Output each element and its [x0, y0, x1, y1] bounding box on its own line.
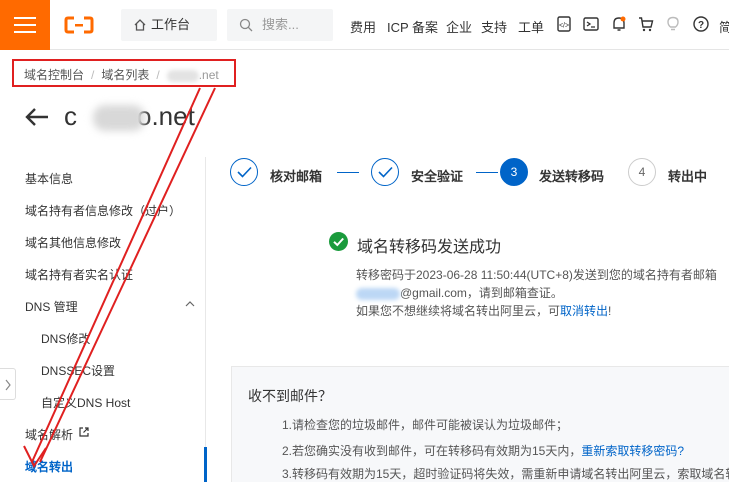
help-item-2-text: 2.若您确实没有收到邮件，可在转移码有效期为15天内，: [282, 444, 582, 458]
success-title: 域名转移码发送成功: [357, 239, 502, 256]
check-icon: [378, 166, 393, 178]
success-check-icon: [329, 232, 348, 251]
help-item-2: 2.若您确实没有收到邮件，可在转移码有效期为15天内，重新索取转移密码?: [282, 442, 684, 459]
check-icon: [237, 166, 252, 178]
menu-icon-bar: [14, 31, 36, 33]
success-line-1: 转移密码于2023-06-28 11:50:44(UTC+8)发送到您的域名持有…: [356, 268, 717, 282]
annotation-highlight-box: [12, 59, 236, 87]
sidebar-item-dns-resolve[interactable]: 域名解析: [25, 426, 73, 443]
bell-icon[interactable]: [610, 15, 628, 33]
search-placeholder: 搜索...: [262, 17, 299, 32]
nav-support[interactable]: 支持: [481, 17, 507, 36]
help-item-1: 1.请检查您的垃圾邮件，邮件可能被误认为垃圾邮件；: [282, 418, 569, 432]
top-bar: 工作台 搜索... 费用 ICP 备案 企业 支持 工单 </> ? 简: [0, 0, 729, 50]
success-line-3: 如果您不想继续将域名转出阿里云，可取消转出!: [356, 302, 611, 319]
resend-code-link[interactable]: 重新索取转移密码?: [581, 444, 684, 458]
sidebar-item-dns-management[interactable]: DNS 管理: [25, 298, 78, 315]
nav-billing[interactable]: 费用: [350, 17, 376, 36]
sidebar-item-domain-transfer[interactable]: 域名转出: [25, 458, 73, 475]
menu-icon-bar: [14, 24, 36, 26]
sidebar-item-other-info[interactable]: 域名其他信息修改: [25, 234, 121, 251]
redacted-email: [356, 287, 400, 300]
chevron-right-icon: [5, 379, 11, 391]
home-icon: [134, 19, 146, 31]
active-indicator: [204, 447, 207, 482]
redacted-domain-name: [93, 105, 145, 131]
aliyun-logo[interactable]: [64, 16, 94, 34]
external-link-icon: [79, 427, 89, 437]
nav-icp[interactable]: ICP 备案: [387, 17, 438, 36]
step-4-pending: 4: [628, 158, 656, 186]
step-2-done: [371, 158, 399, 186]
back-arrow-icon[interactable]: [24, 106, 50, 128]
menu-button[interactable]: [0, 0, 50, 50]
nav-ticket[interactable]: 工单: [518, 17, 544, 36]
nav-enterprise[interactable]: 企业: [446, 17, 472, 36]
help-title: 收不到邮件？: [248, 388, 332, 404]
step-4-label: 转出中: [668, 169, 708, 184]
menu-icon: [14, 17, 36, 19]
sidebar-item-dnssec[interactable]: DNSSEC设置: [41, 362, 115, 379]
sidebar-item-basic-info[interactable]: 基本信息: [25, 170, 73, 187]
sidebar-divider: [205, 157, 206, 482]
step-2-label: 安全验证: [411, 169, 464, 184]
step-connector: [337, 172, 359, 173]
step-1-label: 核对邮箱: [270, 169, 323, 184]
search-icon: [239, 18, 253, 32]
chevron-up-icon[interactable]: [185, 300, 195, 308]
step-3-label: 发送转移码: [539, 169, 605, 184]
domain-title-prefix: c: [64, 101, 77, 131]
search-input[interactable]: 搜索...: [227, 9, 333, 41]
domain-title-suffix: o.net: [137, 101, 195, 131]
svg-text:</>: </>: [559, 23, 569, 30]
lightbulb-icon[interactable]: [664, 15, 682, 33]
success-line-2: @gmail.com，请到邮箱查证。: [356, 284, 563, 301]
step-3-current: 3: [500, 158, 528, 186]
email-domain: @gmail.com，请到邮箱查证。: [400, 286, 563, 300]
sidebar-item-real-name[interactable]: 域名持有者实名认证: [25, 266, 133, 283]
svg-text:?: ?: [698, 20, 704, 31]
sidebar-item-dns-modify[interactable]: DNS修改: [41, 330, 90, 347]
cancel-suffix: !: [608, 304, 612, 318]
sidebar-item-dns-host[interactable]: 自定义DNS Host: [41, 394, 130, 411]
language-switch[interactable]: 简: [719, 17, 729, 36]
cancel-transfer-link[interactable]: 取消转出: [560, 304, 608, 318]
workbench-button[interactable]: 工作台: [121, 9, 217, 41]
cart-icon[interactable]: [637, 15, 655, 33]
sidebar-collapse-handle[interactable]: [0, 368, 16, 400]
step-1-done: [230, 158, 258, 186]
code-icon[interactable]: </>: [555, 15, 573, 33]
help-item-3: 3.转移码有效期为15天，超时验证码将失效，需重新申请域名转出阿里云，索取域名转: [282, 467, 729, 481]
sidebar-item-owner-change[interactable]: 域名持有者信息修改（过户）: [25, 202, 181, 219]
step-connector: [476, 172, 498, 173]
terminal-icon[interactable]: [582, 15, 600, 33]
help-icon[interactable]: ?: [692, 15, 710, 33]
cancel-prompt: 如果您不想继续将域名转出阿里云，可: [356, 304, 561, 318]
workbench-label: 工作台: [151, 17, 191, 32]
